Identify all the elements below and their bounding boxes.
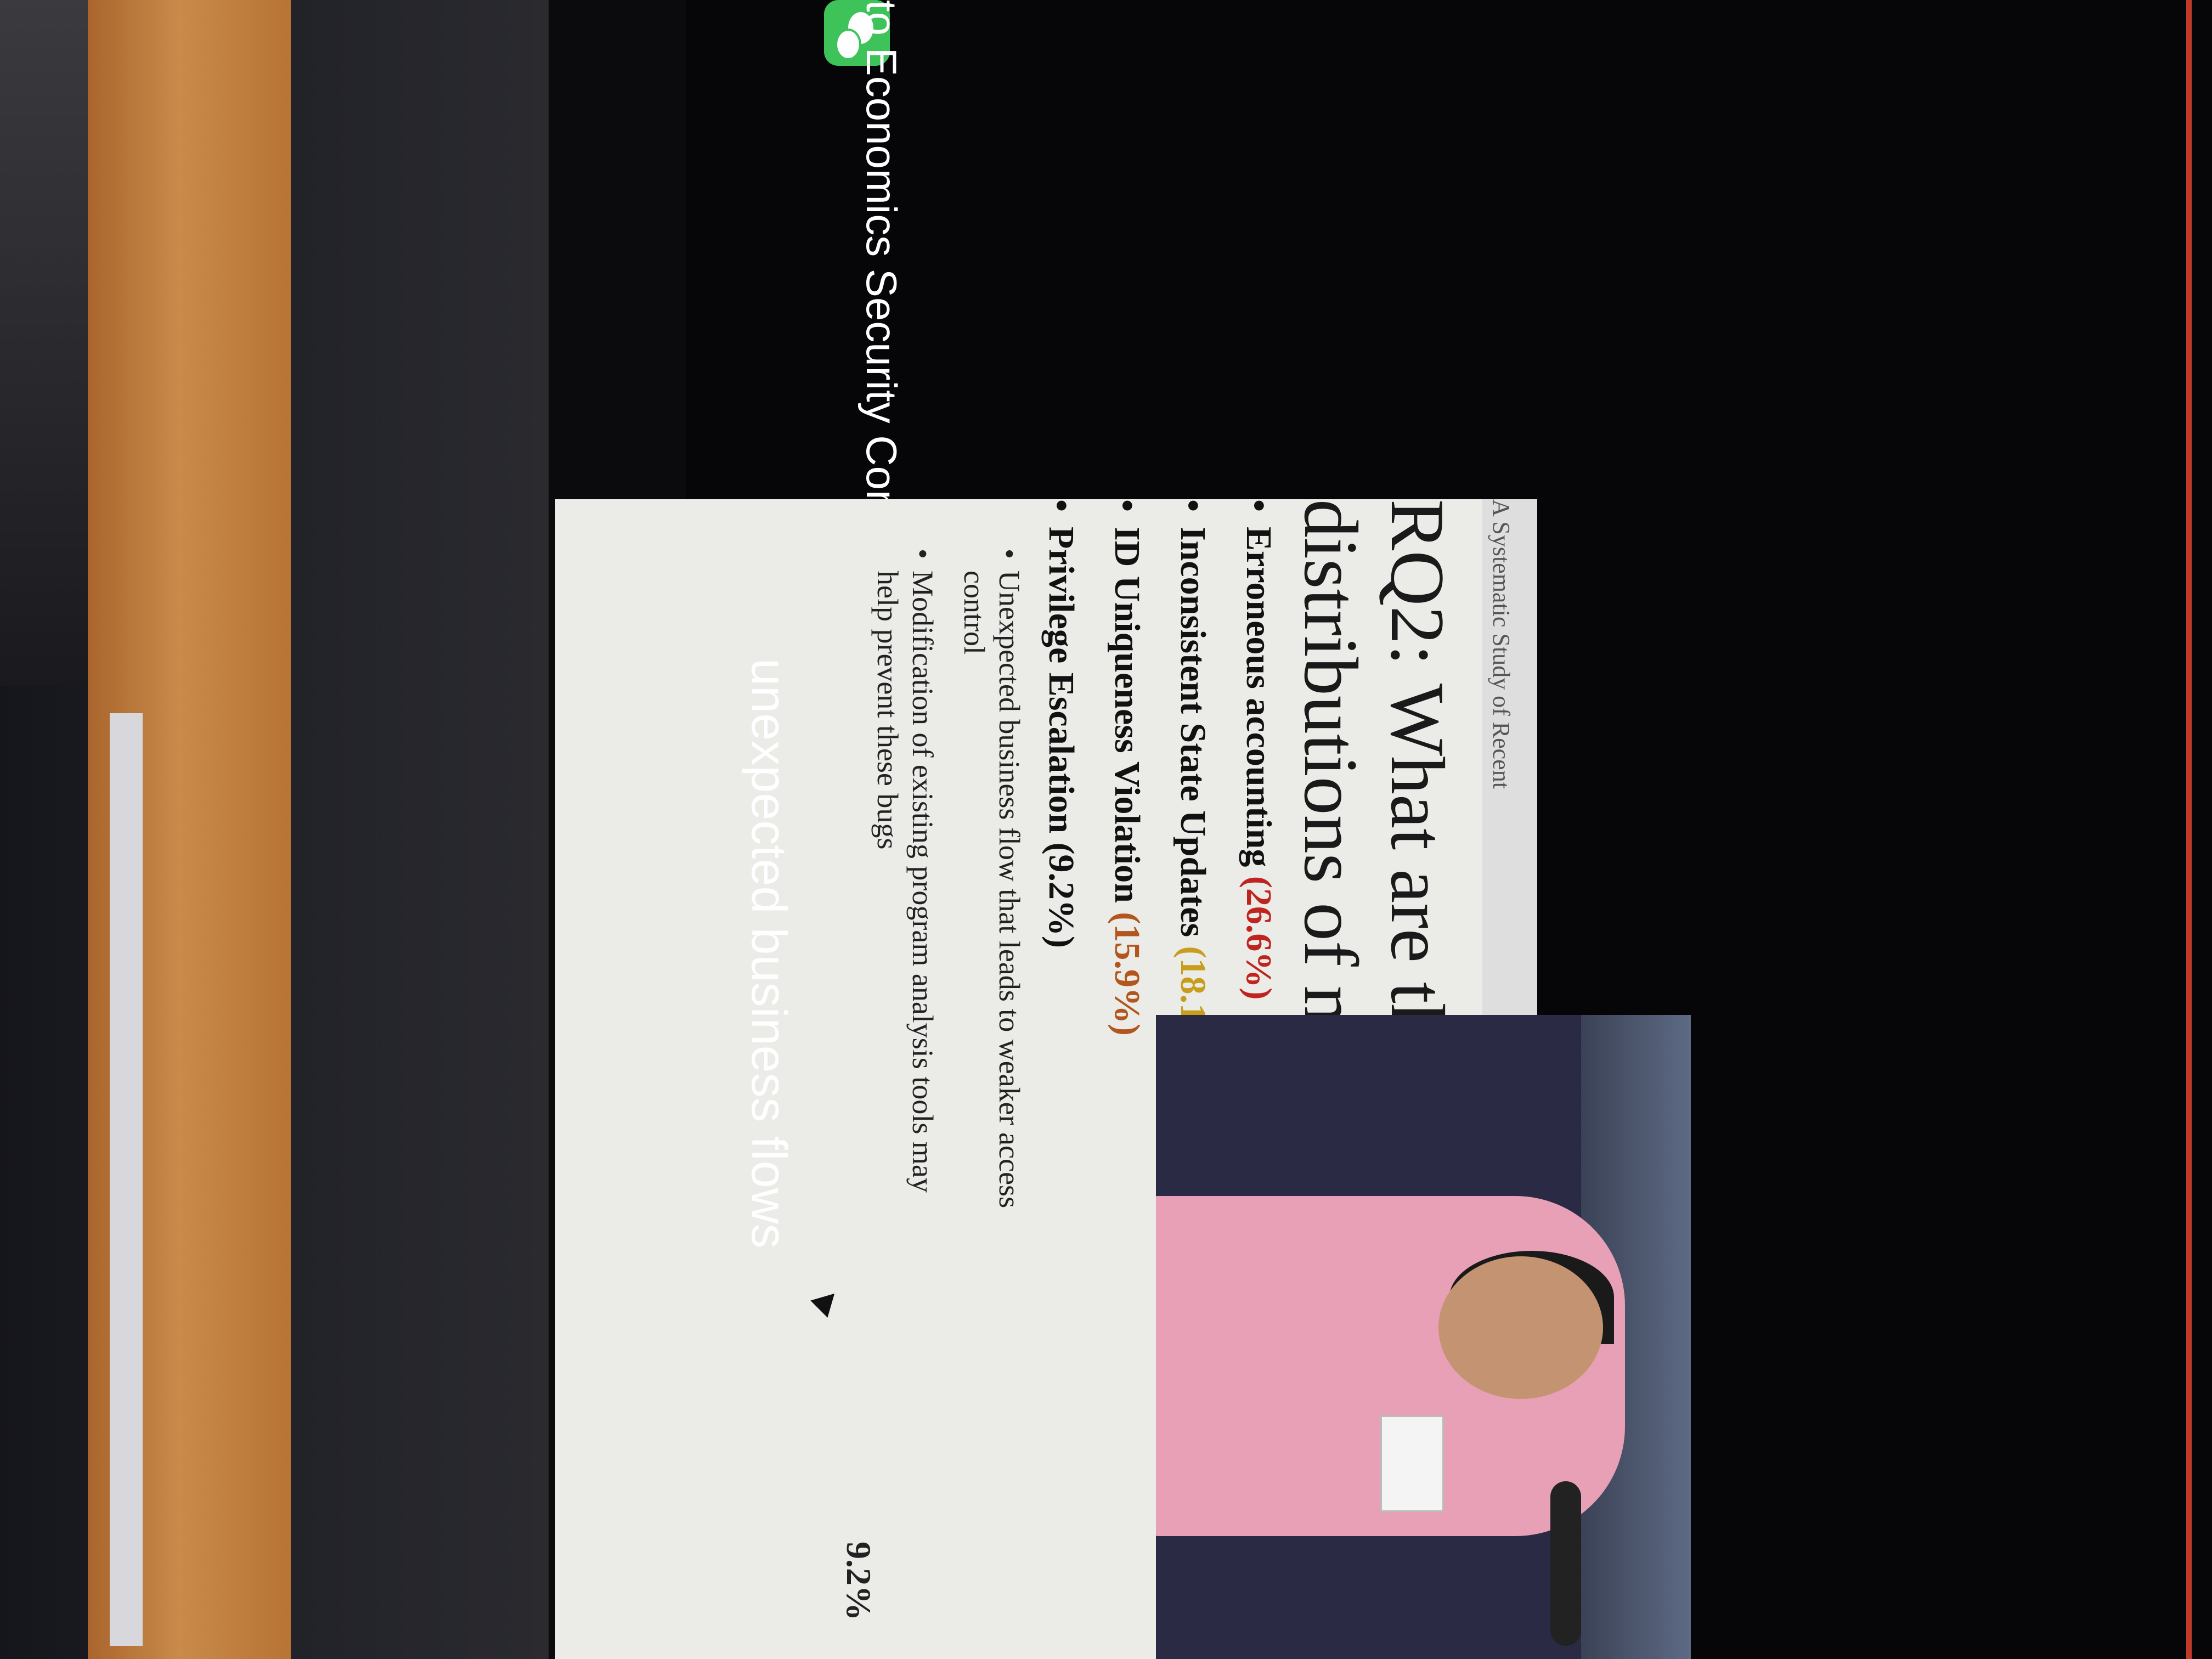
bullet-percentage: (26.6%) [1239, 876, 1279, 1000]
bullet-percentage: (15.9%) [1107, 912, 1147, 1036]
bullet-label: Inconsistent State Updates [1173, 527, 1213, 938]
sub-bullet-item: Modification of existing program analysi… [870, 549, 940, 1212]
bullet-item: ID Uniqueness Violation (15.9%) [1106, 499, 1148, 1212]
bullet-label: Erroneous accounting [1239, 527, 1279, 867]
bullet-label: Privilege Escalation [1041, 527, 1081, 834]
live-caption: unexpected business flows [741, 658, 796, 1249]
bullet-item: Privilege Escalation (9.2%) [1040, 499, 1082, 1212]
microphone-icon [1550, 1481, 1581, 1646]
speaker-webcam-feed[interactable] [1156, 1015, 1691, 1659]
bullet-percentage: (9.2%) [1041, 842, 1081, 949]
speaker-grille [110, 713, 143, 1646]
name-badge [1380, 1415, 1444, 1512]
photo-of-screen: to Economics Security Conference Day 2 M… [0, 0, 2212, 1659]
bullet-label: ID Uniqueness Violation [1107, 527, 1147, 903]
rotated-screen-content: to Economics Security Conference Day 2 M… [555, 0, 2212, 1659]
sub-bullet-item: Unexpected business flow that leads to w… [957, 549, 1027, 1212]
mouse-cursor-icon [810, 1285, 843, 1318]
speaker-person [1156, 1196, 1625, 1646]
pie-data-label: 9.2% [839, 1542, 878, 1621]
sub-bullet-list: Unexpected business flow that leads to w… [870, 549, 1027, 1212]
speaker-face [1438, 1256, 1603, 1399]
